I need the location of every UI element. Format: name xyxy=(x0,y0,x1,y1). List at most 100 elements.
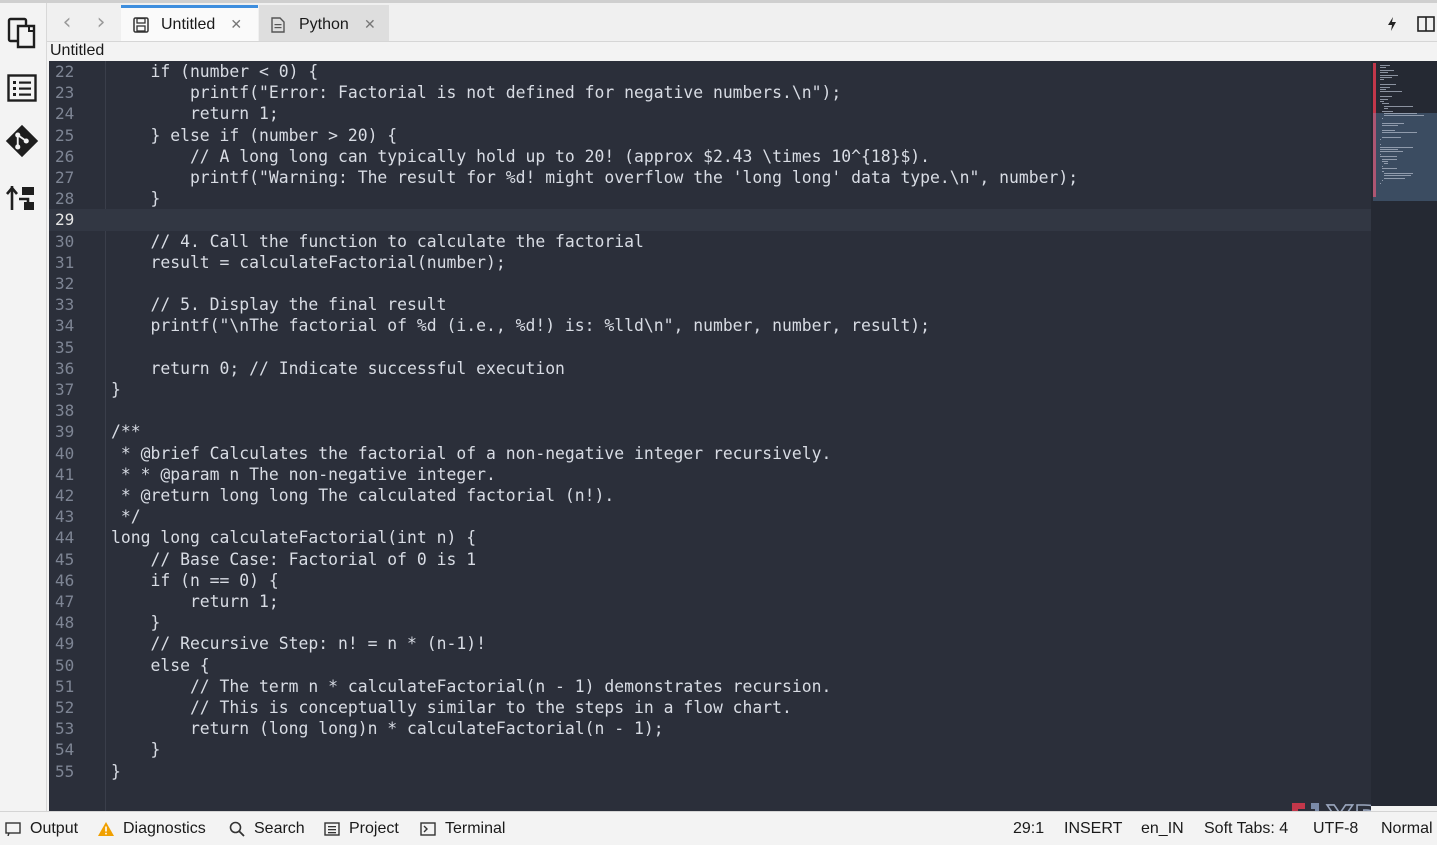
code-line[interactable]: 49 // Recursive Step: n! = n * (n-1)! xyxy=(49,633,1371,654)
code-line[interactable]: 39/** xyxy=(49,421,1371,442)
line-code[interactable]: return 1; xyxy=(111,103,279,124)
line-code[interactable]: // Recursive Step: n! = n * (n-1)! xyxy=(111,633,486,654)
code-line[interactable]: 33 // 5. Display the final result xyxy=(49,294,1371,315)
code-line[interactable]: 41 * * @param n The non-negative integer… xyxy=(49,464,1371,485)
forward-arrow-icon[interactable]: › xyxy=(91,11,111,33)
line-number: 41 xyxy=(55,464,85,485)
code-line[interactable]: 50 else { xyxy=(49,655,1371,676)
code-line[interactable]: 32 xyxy=(49,273,1371,294)
line-code[interactable]: * @brief Calculates the factorial of a n… xyxy=(111,443,831,464)
line-code[interactable]: return 0; // Indicate successful executi… xyxy=(111,358,565,379)
code-line[interactable]: 22 if (number < 0) { xyxy=(49,61,1371,82)
line-code[interactable]: // 5. Display the final result xyxy=(111,294,447,315)
code-line[interactable]: 24 return 1; xyxy=(49,103,1371,124)
code-line[interactable]: 27 printf("Warning: The result for %d! m… xyxy=(49,167,1371,188)
code-line[interactable]: 23 printf("Error: Factorial is not defin… xyxy=(49,82,1371,103)
line-code[interactable]: return (long long)n * calculateFactorial… xyxy=(111,718,664,739)
code-line[interactable]: 45 // Base Case: Factorial of 0 is 1 xyxy=(49,549,1371,570)
line-code[interactable]: printf("Warning: The result for %d! migh… xyxy=(111,167,1078,188)
line-code[interactable]: printf("Error: Factorial is not defined … xyxy=(111,82,841,103)
close-icon[interactable]: ✕ xyxy=(363,18,377,32)
line-number: 55 xyxy=(55,761,85,782)
output-button[interactable]: Output xyxy=(4,812,78,845)
line-code[interactable]: /** xyxy=(111,421,141,442)
code-line[interactable]: 31 result = calculateFactorial(number); xyxy=(49,252,1371,273)
code-line[interactable]: 30 // 4. Call the function to calculate … xyxy=(49,231,1371,252)
tab-untitled[interactable]: Untitled ✕ xyxy=(121,5,258,41)
line-code[interactable]: } else if (number > 20) { xyxy=(111,125,397,146)
line-code[interactable]: long long calculateFactorial(int n) { xyxy=(111,527,476,548)
line-code[interactable]: * @return long long The calculated facto… xyxy=(111,485,614,506)
code-line[interactable]: 46 if (n == 0) { xyxy=(49,570,1371,591)
tab-python[interactable]: Python ✕ xyxy=(259,5,389,41)
line-code[interactable]: // Base Case: Factorial of 0 is 1 xyxy=(111,549,476,570)
zoom-selector[interactable]: Normal xyxy=(1381,812,1433,845)
code-line[interactable]: 35 xyxy=(49,337,1371,358)
code-line[interactable]: 37} xyxy=(49,379,1371,400)
xda-wordmark: XDA xyxy=(1326,799,1371,811)
code-line[interactable]: 25 } else if (number > 20) { xyxy=(49,125,1371,146)
line-code[interactable]: return 1; xyxy=(111,591,279,612)
indentation-selector[interactable]: Soft Tabs: 4 xyxy=(1204,812,1288,845)
line-number: 51 xyxy=(55,676,85,697)
line-code[interactable]: result = calculateFactorial(number); xyxy=(111,252,506,273)
code-line[interactable]: 26 // A long long can typically hold up … xyxy=(49,146,1371,167)
lightning-icon[interactable] xyxy=(1383,15,1401,33)
line-code[interactable]: } xyxy=(111,761,121,782)
minimap-line xyxy=(1380,67,1386,68)
terminal-button[interactable]: Terminal xyxy=(419,812,505,845)
line-code[interactable]: * * @param n The non-negative integer. xyxy=(111,464,496,485)
code-line[interactable]: 44long long calculateFactorial(int n) { xyxy=(49,527,1371,548)
git-icon[interactable] xyxy=(5,123,39,159)
line-code[interactable]: } xyxy=(111,379,121,400)
code-line[interactable]: 52 // This is conceptually similar to th… xyxy=(49,697,1371,718)
line-code[interactable]: printf("\nThe factorial of %d (i.e., %d!… xyxy=(111,315,930,336)
outline-list-icon[interactable] xyxy=(5,70,39,106)
code-line[interactable]: 51 // The term n * calculateFactorial(n … xyxy=(49,676,1371,697)
minimap-line xyxy=(1380,99,1388,100)
breadcrumb[interactable]: Untitled xyxy=(50,42,104,60)
code-line[interactable]: 42 * @return long long The calculated fa… xyxy=(49,485,1371,506)
line-code[interactable]: // 4. Call the function to calculate the… xyxy=(111,231,644,252)
code-line[interactable]: 28 } xyxy=(49,188,1371,209)
line-code[interactable]: } xyxy=(111,739,160,760)
search-button[interactable]: Search xyxy=(228,812,305,845)
line-code[interactable]: } xyxy=(111,188,160,209)
line-code[interactable]: else { xyxy=(111,655,210,676)
line-code[interactable]: } xyxy=(111,612,160,633)
code-line[interactable]: 38 xyxy=(49,400,1371,421)
minimap[interactable] xyxy=(1371,61,1437,806)
code-line[interactable]: 55} xyxy=(49,761,1371,782)
back-arrow-icon[interactable]: ‹ xyxy=(57,11,77,33)
code-line[interactable]: 36 return 0; // Indicate successful exec… xyxy=(49,358,1371,379)
language-selector[interactable]: en_IN xyxy=(1141,812,1184,845)
project-button[interactable]: Project xyxy=(323,812,399,845)
code-line[interactable]: 29 xyxy=(49,209,1371,230)
minimap-line xyxy=(1380,144,1381,145)
editor-mode[interactable]: INSERT xyxy=(1064,812,1122,845)
code-line[interactable]: 47 return 1; xyxy=(49,591,1371,612)
code-line[interactable]: 34 printf("\nThe factorial of %d (i.e., … xyxy=(49,315,1371,336)
line-code[interactable]: */ xyxy=(111,506,141,527)
diagnostics-button[interactable]: Diagnostics xyxy=(97,812,206,845)
code-line[interactable]: 53 return (long long)n * calculateFactor… xyxy=(49,718,1371,739)
source-control-icon[interactable] xyxy=(5,180,39,216)
cursor-position[interactable]: 29:1 xyxy=(1013,812,1044,845)
minimap-line xyxy=(1382,125,1398,126)
code-editor[interactable]: 22 if (number < 0) {23 printf("Error: Fa… xyxy=(49,61,1371,811)
encoding-selector[interactable]: UTF-8 xyxy=(1313,812,1358,845)
split-view-icon[interactable] xyxy=(1417,15,1435,33)
code-line[interactable]: 54 } xyxy=(49,739,1371,760)
code-line[interactable]: 48 } xyxy=(49,612,1371,633)
files-icon[interactable] xyxy=(5,15,39,51)
line-code[interactable]: // A long long can typically hold up to … xyxy=(111,146,930,167)
line-code[interactable]: if (number < 0) { xyxy=(111,61,318,82)
code-line[interactable]: 43 */ xyxy=(49,506,1371,527)
line-code[interactable]: // The term n * calculateFactorial(n - 1… xyxy=(111,676,831,697)
line-code[interactable]: // This is conceptually similar to the s… xyxy=(111,697,792,718)
line-code[interactable]: if (n == 0) { xyxy=(111,570,279,591)
line-number: 37 xyxy=(55,379,85,400)
code-line[interactable]: 40 * @brief Calculates the factorial of … xyxy=(49,443,1371,464)
minimap-line xyxy=(1384,113,1418,114)
close-icon[interactable]: ✕ xyxy=(229,18,243,32)
